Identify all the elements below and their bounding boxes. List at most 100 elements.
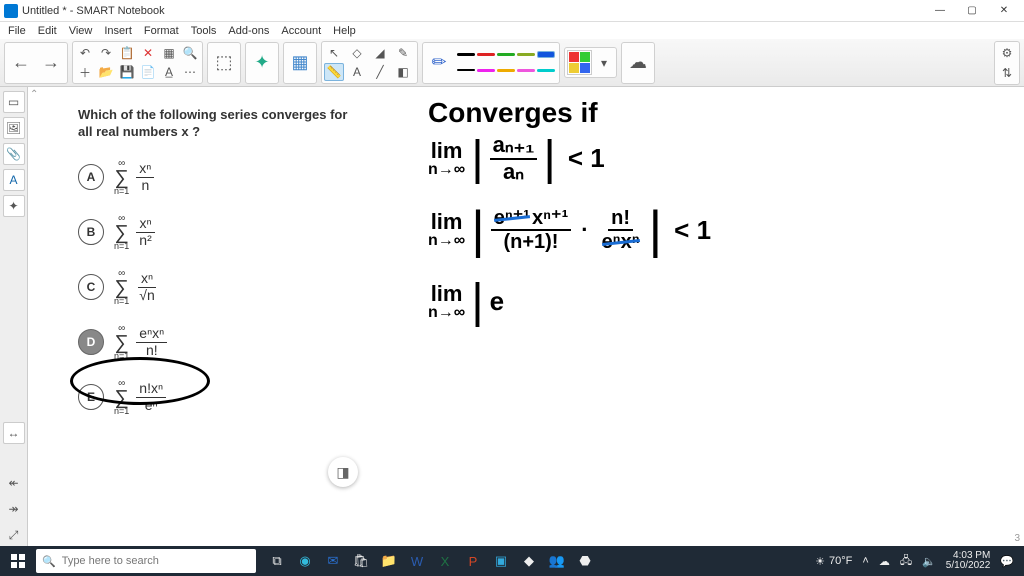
windows-taskbar: 🔍 Type here to search ⧉ ◉ ✉ 🛍 📁 W X P ▣ … bbox=[0, 546, 1024, 576]
store-icon[interactable]: 🛍 bbox=[348, 549, 374, 573]
redo-button[interactable]: ↷ bbox=[96, 44, 116, 62]
gallery-button[interactable]: ▦ bbox=[286, 45, 314, 81]
onedrive-icon[interactable]: ☁ bbox=[879, 555, 890, 568]
taskbar-apps: ⧉ ◉ ✉ 🛍 📁 W X P ▣ ◆ 👥 ⬣ bbox=[264, 549, 598, 573]
notifications-icon[interactable]: 💬 bbox=[1000, 555, 1014, 568]
taskbar-search[interactable]: 🔍 Type here to search bbox=[36, 549, 256, 573]
color-picker[interactable] bbox=[567, 50, 592, 75]
page-number: 3 bbox=[1014, 533, 1020, 544]
window-titlebar: Untitled * - SMART Notebook — ▢ ✕ bbox=[0, 0, 1024, 22]
option-d-math: ∞∑n=1 eⁿxⁿn! bbox=[114, 324, 167, 361]
screen-capture-button[interactable]: ⬚ bbox=[210, 45, 238, 81]
settings-gear-icon[interactable]: ⚙ bbox=[997, 44, 1017, 62]
floating-eraser-button[interactable]: ◨ bbox=[328, 457, 358, 487]
handwriting-area: Converges if lim n→∞ | aₙ₊₁ aₙ | < 1 lim… bbox=[428, 97, 711, 329]
volume-icon[interactable]: 🔈 bbox=[922, 555, 936, 568]
shape-tool[interactable]: ◇ bbox=[347, 44, 367, 62]
prev-page-button[interactable]: ← bbox=[7, 45, 35, 81]
excel-icon[interactable]: X bbox=[432, 549, 458, 573]
start-button[interactable] bbox=[4, 549, 32, 573]
delete-button[interactable]: ✕ bbox=[138, 44, 158, 62]
question-stem: Which of the following series converges … bbox=[78, 107, 358, 141]
annotation-circle bbox=[70, 357, 210, 405]
gallery-tab[interactable]: 🖼 bbox=[3, 117, 25, 139]
magic-pen-tool[interactable]: ✎ bbox=[393, 44, 413, 62]
save-button[interactable]: 💾 bbox=[117, 63, 137, 81]
option-d[interactable]: D ∞∑n=1 eⁿxⁿn! bbox=[78, 324, 358, 361]
minimize-button[interactable]: — bbox=[924, 1, 956, 21]
menu-view[interactable]: View bbox=[63, 25, 99, 37]
outlook-icon[interactable]: ✉ bbox=[320, 549, 346, 573]
menu-tools[interactable]: Tools bbox=[185, 25, 223, 37]
smart-icon[interactable]: ▣ bbox=[488, 549, 514, 573]
open-button[interactable]: 📂 bbox=[96, 63, 116, 81]
option-c-math: ∞∑n=1 xⁿ√n bbox=[114, 269, 158, 306]
attachments-tab[interactable]: 📎 bbox=[3, 143, 25, 165]
weather-widget[interactable]: ☀ 70°F bbox=[815, 555, 852, 568]
menu-help[interactable]: Help bbox=[327, 25, 362, 37]
edge-icon[interactable]: ◉ bbox=[292, 549, 318, 573]
weather-temp: 70°F bbox=[829, 555, 852, 567]
eraser-icon: ◨ bbox=[336, 464, 349, 481]
network-icon[interactable]: 🖧 bbox=[900, 552, 912, 571]
pen-colors[interactable] bbox=[455, 46, 557, 80]
doc-button[interactable]: 📄 bbox=[138, 63, 158, 81]
select-tool[interactable]: ↖ bbox=[324, 44, 344, 62]
addons-tab[interactable]: ✦ bbox=[3, 195, 25, 217]
zoom-button[interactable]: 🔍 bbox=[180, 44, 200, 62]
word-icon[interactable]: W bbox=[404, 549, 430, 573]
side-next[interactable]: ↠ bbox=[3, 498, 25, 520]
menu-addons[interactable]: Add-ons bbox=[222, 25, 275, 37]
side-resize[interactable]: ↔ bbox=[3, 422, 25, 444]
menu-account[interactable]: Account bbox=[275, 25, 327, 37]
hw-line1: Converges if bbox=[428, 97, 711, 129]
option-b-math: ∞∑n=1 xⁿn² bbox=[114, 214, 155, 251]
menu-edit[interactable]: Edit bbox=[32, 25, 63, 37]
text-style-button[interactable]: A̲ bbox=[159, 63, 179, 81]
more-button[interactable]: ⋯ bbox=[180, 63, 200, 81]
new-page-button[interactable]: ＋ bbox=[75, 63, 95, 81]
menu-format[interactable]: Format bbox=[138, 25, 185, 37]
next-page-button[interactable]: → bbox=[37, 45, 65, 81]
scroll-marker-icon: ⌃ bbox=[30, 89, 38, 100]
side-prev[interactable]: ↞ bbox=[3, 472, 25, 494]
line-tool[interactable]: ╱ bbox=[370, 63, 390, 81]
page-sorter-tab[interactable]: ▭ bbox=[3, 91, 25, 113]
maximize-button[interactable]: ▢ bbox=[956, 1, 988, 21]
option-a-letter: A bbox=[78, 164, 104, 190]
app2-icon[interactable]: ⬣ bbox=[572, 549, 598, 573]
app1-icon[interactable]: ◆ bbox=[516, 549, 542, 573]
task-view-icon[interactable]: ⧉ bbox=[264, 549, 290, 573]
paste-button[interactable]: 📋 bbox=[117, 44, 137, 62]
system-tray: ☀ 70°F ˄ ☁ 🖧 🔈 4:03 PM 5/10/2022 💬 bbox=[815, 551, 1020, 572]
menu-file[interactable]: File bbox=[2, 25, 32, 37]
app-icon bbox=[4, 4, 18, 18]
option-a-math: ∞∑n=1 xⁿn bbox=[114, 159, 154, 196]
tray-date[interactable]: 5/10/2022 bbox=[946, 561, 991, 572]
tray-chevron-icon[interactable]: ˄ bbox=[862, 555, 868, 567]
table-button[interactable]: ▦ bbox=[159, 44, 179, 62]
eraser-tool[interactable]: ◧ bbox=[393, 63, 413, 81]
option-a[interactable]: A ∞∑n=1 xⁿn bbox=[78, 159, 358, 196]
workspace: ▭ 🖼 📎 A ✦ ↔ ↞ ↠ ⤢ ⌃ Which of the followi… bbox=[0, 87, 1024, 546]
option-b[interactable]: B ∞∑n=1 xⁿn² bbox=[78, 214, 358, 251]
text-tool[interactable]: A bbox=[347, 63, 367, 81]
undo-button[interactable]: ↶ bbox=[75, 44, 95, 62]
addon-button[interactable]: ✦ bbox=[248, 45, 276, 81]
toolbar-move-icon[interactable]: ⇅ bbox=[997, 64, 1017, 82]
response-tool[interactable]: ☁ bbox=[624, 45, 652, 81]
close-button[interactable]: ✕ bbox=[988, 1, 1020, 21]
pen-tool[interactable]: ✏ bbox=[425, 45, 453, 81]
search-icon: 🔍 bbox=[42, 555, 56, 568]
color-dropper[interactable]: ▾ bbox=[594, 54, 614, 72]
side-expand[interactable]: ⤢ bbox=[3, 524, 25, 546]
canvas[interactable]: ⌃ Which of the following series converge… bbox=[28, 87, 1024, 546]
fill-tool[interactable]: ◢ bbox=[370, 44, 390, 62]
menu-insert[interactable]: Insert bbox=[98, 25, 138, 37]
properties-tab[interactable]: A bbox=[3, 169, 25, 191]
explorer-icon[interactable]: 📁 bbox=[376, 549, 402, 573]
ppt-icon[interactable]: P bbox=[460, 549, 486, 573]
teams-icon[interactable]: 👥 bbox=[544, 549, 570, 573]
option-c[interactable]: C ∞∑n=1 xⁿ√n bbox=[78, 269, 358, 306]
ruler-tool[interactable]: 📏 bbox=[324, 63, 344, 81]
